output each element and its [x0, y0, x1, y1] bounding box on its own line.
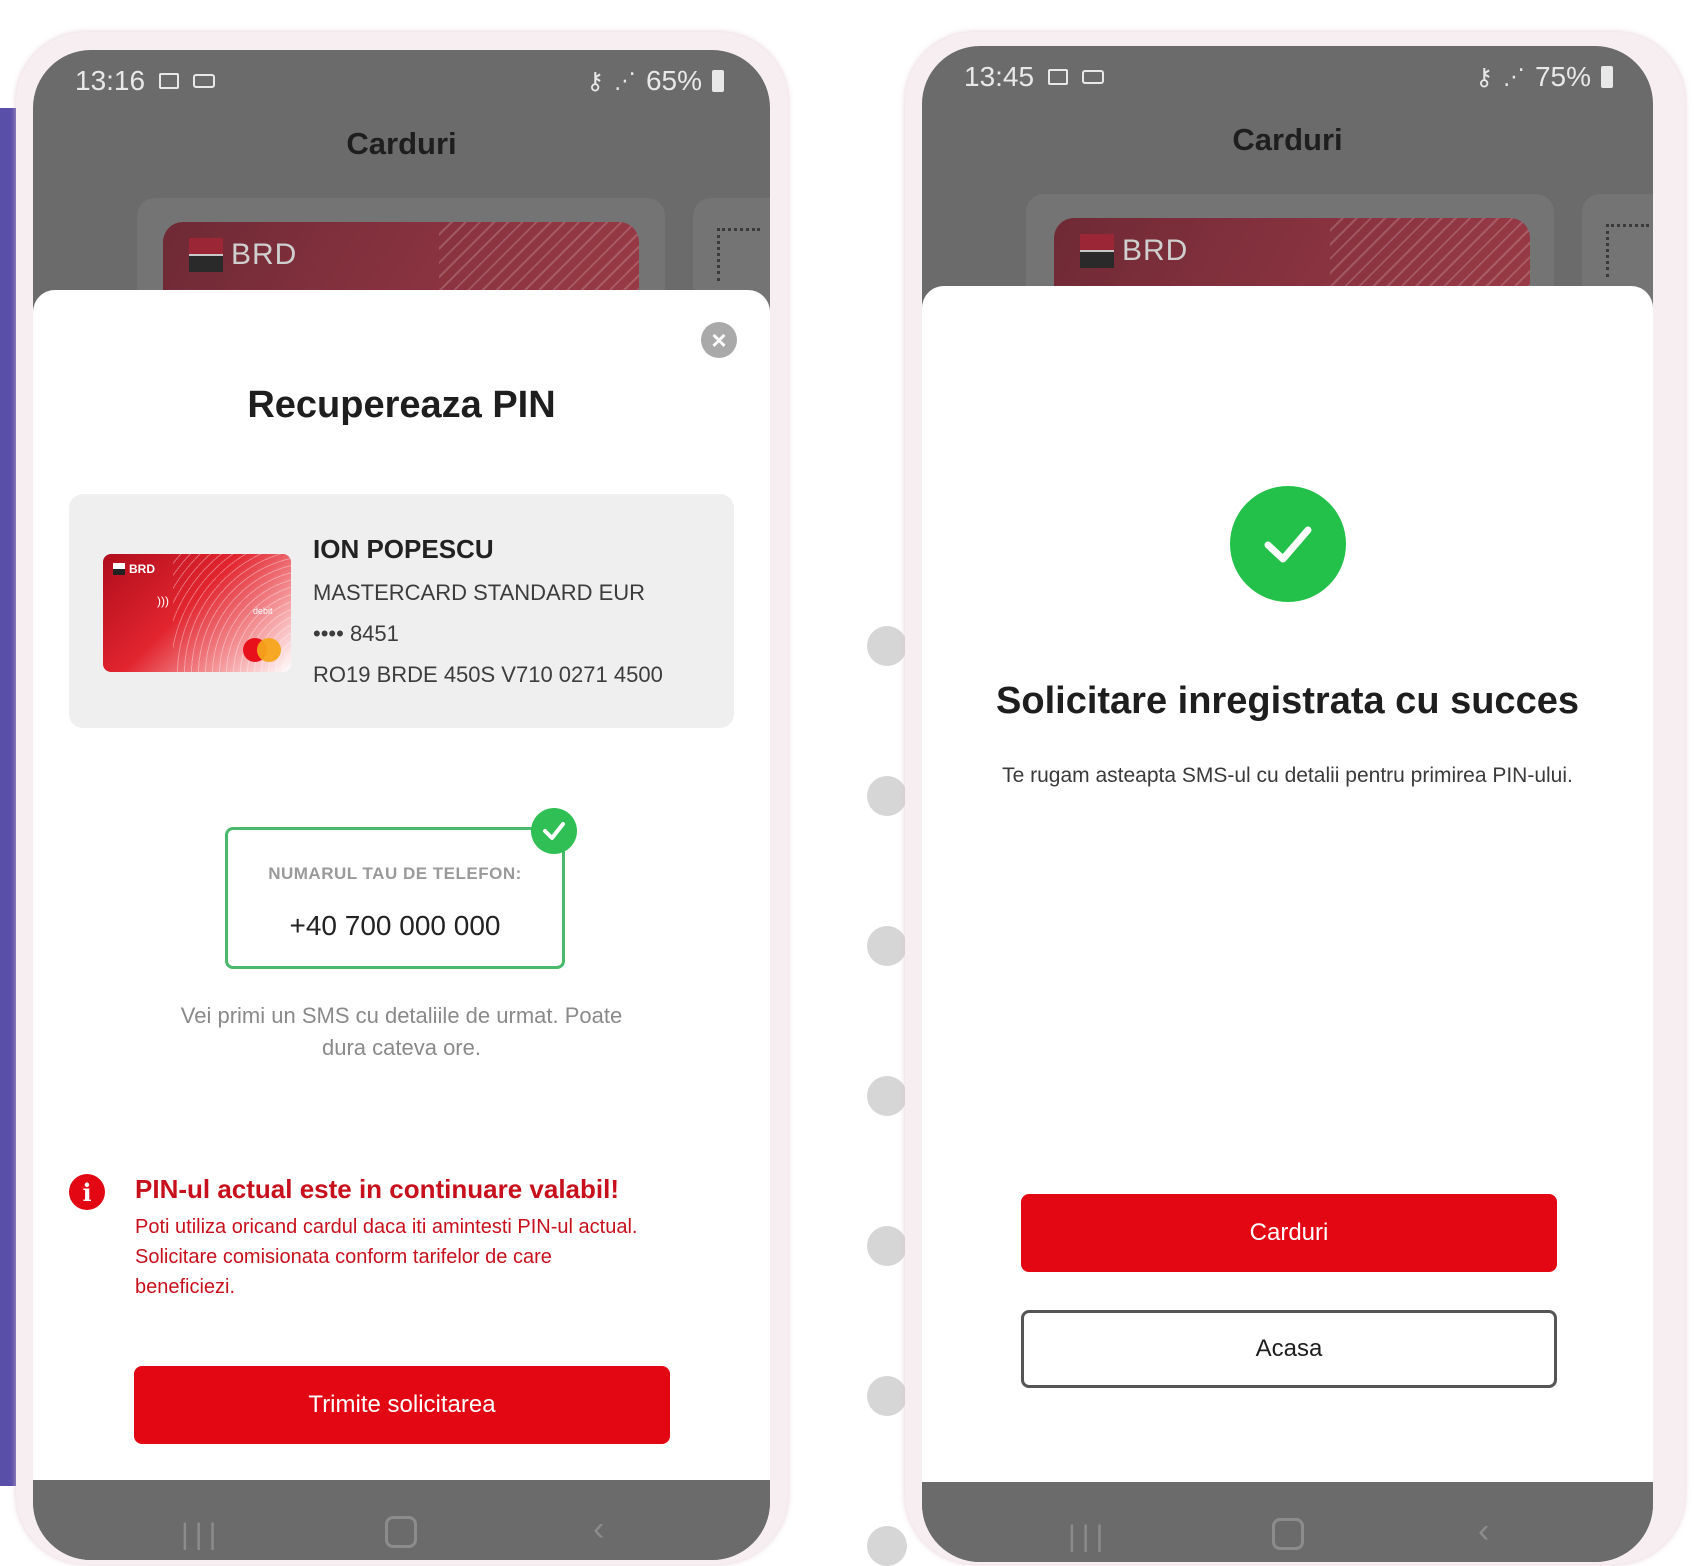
background-dot	[867, 776, 907, 816]
submit-request-button[interactable]: Trimite solicitarea	[134, 1366, 670, 1444]
add-card-outline	[1606, 224, 1649, 277]
home-icon[interactable]	[385, 1516, 417, 1548]
debit-label: debit	[253, 606, 273, 616]
warning-line: beneficiezi.	[135, 1276, 236, 1298]
card-summary: BRD ))) debit ION POPESCU MASTERCARD STA…	[69, 494, 734, 728]
background-dot	[867, 1376, 907, 1416]
check-icon	[531, 808, 577, 854]
phone-number-value: +40 700 000 000	[289, 910, 501, 941]
background-dot	[867, 1076, 907, 1116]
brd-logo-text: BRD	[1122, 234, 1189, 267]
battery-icon	[712, 70, 724, 92]
card-number-dots: ••••	[313, 621, 344, 646]
sms-hint-line1: Vei primi un SMS cu detaliile de urmat. …	[180, 1003, 623, 1028]
success-subtitle: Te rugam asteapta SMS-ul cu detalii pent…	[1002, 764, 1573, 787]
gallery-icon	[1048, 69, 1069, 85]
contactless-icon: )))	[157, 594, 169, 608]
brd-logo-icon	[189, 238, 223, 272]
status-bar: 13:45 ⚷ ⋰ 75%	[922, 52, 1653, 102]
card-number: •••• 8451	[313, 621, 399, 647]
status-time: 13:45	[964, 61, 1035, 92]
warning-line: Solicitare comisionata conform tarifelor…	[135, 1246, 552, 1268]
success-title: Solicitare inregistrata cu succes	[996, 680, 1579, 722]
card-number-last4: 8451	[349, 621, 399, 646]
status-time: 13:16	[75, 65, 146, 96]
phone-number-field[interactable]: NUMARUL TAU DE TELEFON: +40 700 000 000	[225, 827, 565, 969]
status-bar: 13:16 ⚷ ⋰ 65%	[33, 56, 770, 106]
battery-percent: 65%	[645, 65, 702, 96]
card-icon	[1082, 70, 1105, 84]
warning-title: PIN-ul actual este in continuare valabil…	[135, 1174, 620, 1204]
gallery-icon	[159, 73, 180, 89]
add-card-outline	[717, 228, 760, 281]
sheet-title: Recupereaza PIN	[247, 384, 556, 426]
card-thumbnail: BRD ))) debit	[103, 554, 291, 672]
phone-number-label: NUMARUL TAU DE TELEFON:	[268, 864, 522, 883]
system-nav-bar: ||| ‹	[33, 1480, 770, 1560]
warning-line: Poti utiliza oricand cardul daca iti ami…	[135, 1216, 638, 1238]
brd-logo-icon	[113, 563, 125, 575]
home-icon[interactable]	[1272, 1518, 1304, 1550]
info-icon: i	[69, 1174, 105, 1210]
sms-hint: Vei primi un SMS cu detaliile de urmat. …	[133, 1000, 670, 1064]
brd-logo-text: BRD	[231, 238, 298, 271]
sms-hint-line2: dura cateva ore.	[322, 1035, 481, 1060]
back-icon[interactable]: ‹	[593, 1510, 604, 1549]
thumb-brd-text: BRD	[129, 562, 155, 576]
card-product: MASTERCARD STANDARD EUR	[313, 580, 646, 605]
recents-icon[interactable]: |||	[1068, 1520, 1109, 1554]
status-right: ⚷ ⋰ 65%	[586, 65, 724, 97]
card-icon	[193, 74, 216, 88]
home-button[interactable]: Acasa	[1021, 1310, 1557, 1388]
phone-screen-left: 13:16 ⚷ ⋰ 65% Carduri BRD × Recupereaza …	[33, 50, 770, 1560]
recents-icon[interactable]: |||	[181, 1518, 222, 1552]
success-sheet: Solicitare inregistrata cu succes Te rug…	[922, 286, 1653, 1482]
signal-icon: ⋰	[613, 68, 636, 93]
brd-logo: BRD	[189, 238, 297, 272]
background-dot	[867, 926, 907, 966]
success-check-icon	[1230, 486, 1346, 602]
system-nav-bar: ||| ‹	[922, 1482, 1653, 1562]
recover-pin-sheet: × Recupereaza PIN BRD ))) debit ION POPE…	[33, 290, 770, 1480]
phone-screen-right: 13:45 ⚷ ⋰ 75% Carduri BRD Solicitare inr…	[922, 46, 1653, 1562]
signal-icon: ⋰	[1502, 64, 1525, 89]
card-iban: RO19 BRDE 450S V710 0271 4500	[313, 662, 663, 687]
card-holder-name: ION POPESCU	[313, 534, 494, 564]
status-right: ⚷ ⋰ 75%	[1475, 61, 1613, 93]
close-icon[interactable]: ×	[701, 322, 737, 358]
mastercard-logo-icon	[257, 638, 281, 662]
background-dot	[867, 626, 907, 666]
vpn-key-icon: ⚷	[1475, 63, 1493, 91]
battery-icon	[1601, 66, 1613, 88]
cards-button[interactable]: Carduri	[1021, 1194, 1557, 1272]
background-dot	[867, 1226, 907, 1266]
brd-logo: BRD	[1080, 234, 1188, 268]
brd-logo-icon	[1080, 234, 1114, 268]
background-dot	[867, 1526, 907, 1566]
battery-percent: 75%	[1534, 61, 1591, 92]
back-icon[interactable]: ‹	[1478, 1512, 1489, 1551]
page-title: Carduri	[346, 126, 457, 161]
vpn-key-icon: ⚷	[586, 67, 604, 95]
page-title: Carduri	[1232, 122, 1343, 157]
thumb-brd-logo: BRD	[113, 562, 155, 576]
